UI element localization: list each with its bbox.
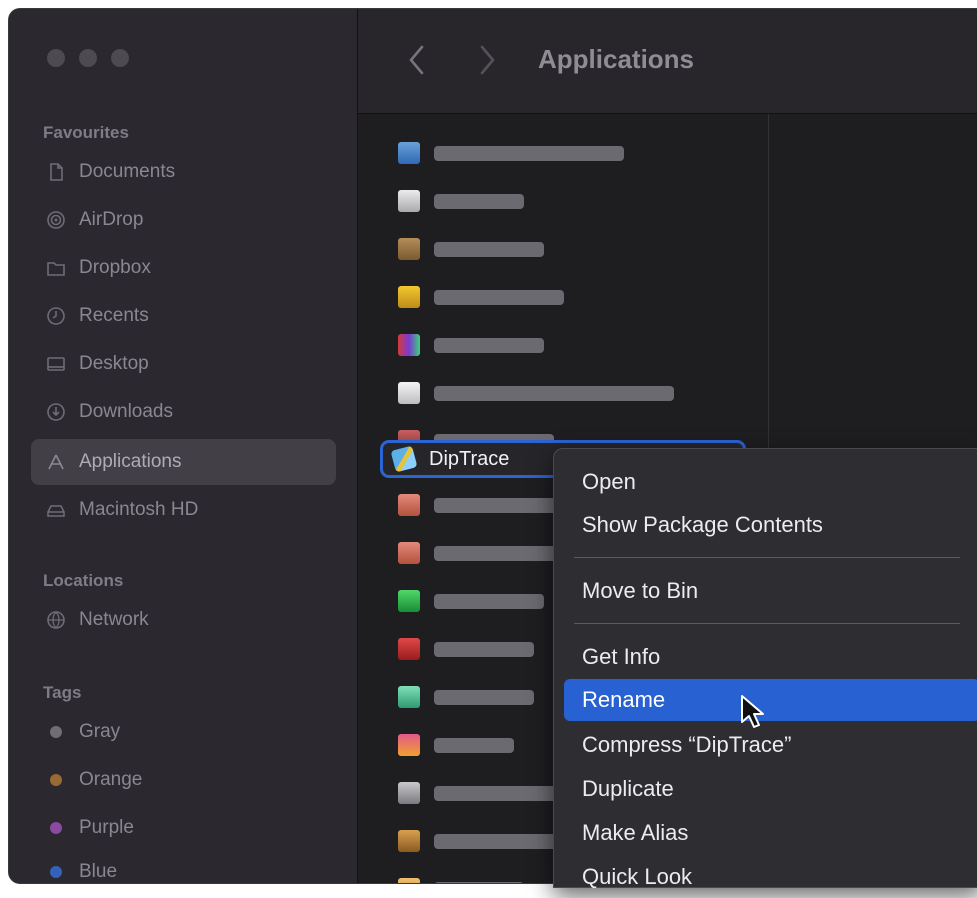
- sidebar-item-label: Macintosh HD: [79, 499, 199, 520]
- app-icon: [398, 638, 420, 660]
- sidebar-item-label: Documents: [79, 161, 176, 182]
- mouse-pointer-icon: [741, 695, 764, 728]
- menu-item-get-info[interactable]: Get Info: [564, 636, 977, 678]
- sidebar-item-label: Orange: [79, 769, 143, 790]
- file-row[interactable]: [388, 278, 743, 316]
- sidebar-section-tags: Tags: [43, 683, 82, 702]
- blurred-filename: [434, 385, 674, 401]
- back-chevron-icon[interactable]: [406, 43, 428, 77]
- applications-icon: [45, 451, 67, 473]
- sidebar-item-applications[interactable]: Applications: [31, 439, 336, 485]
- sidebar-item-label: Desktop: [79, 353, 149, 374]
- menu-item-compress[interactable]: Compress “DipTrace”: [564, 724, 977, 766]
- blurred-filename: [434, 881, 524, 883]
- sidebar-item-label: Recents: [79, 305, 149, 326]
- sidebar-item-recents[interactable]: Recents: [31, 293, 336, 339]
- tag-color-dot: [50, 822, 62, 834]
- app-icon: [398, 734, 420, 756]
- blurred-filename: [434, 593, 544, 609]
- sidebar: Favourites Documents AirDrop Dropbox Rec…: [9, 9, 358, 883]
- blurred-filename: [434, 289, 564, 305]
- sidebar-item-label: Dropbox: [79, 257, 151, 278]
- window-controls: [47, 49, 129, 67]
- app-icon: [398, 286, 420, 308]
- blurred-filename: [434, 241, 544, 257]
- desktop-icon: [45, 353, 67, 375]
- menu-item-rename[interactable]: Rename: [564, 679, 977, 721]
- sidebar-item-airdrop[interactable]: AirDrop: [31, 197, 336, 243]
- forward-chevron-icon[interactable]: [476, 43, 498, 77]
- sidebar-item-macintosh-hd[interactable]: Macintosh HD: [31, 487, 336, 533]
- sidebar-item-downloads[interactable]: Downloads: [31, 389, 336, 435]
- menu-item-make-alias[interactable]: Make Alias: [564, 812, 977, 854]
- close-window-button[interactable]: [47, 49, 65, 67]
- sidebar-section-locations: Locations: [43, 571, 124, 590]
- download-icon: [45, 401, 67, 423]
- drive-icon: [45, 499, 67, 521]
- sidebar-item-dropbox[interactable]: Dropbox: [31, 245, 336, 291]
- sidebar-tag-gray[interactable]: Gray: [31, 709, 336, 755]
- sidebar-tag-purple[interactable]: Purple: [31, 805, 336, 851]
- blurred-filename: [434, 689, 534, 705]
- app-icon: [398, 494, 420, 516]
- sidebar-section-favourites: Favourites: [43, 123, 129, 142]
- file-row[interactable]: [388, 374, 743, 412]
- app-icon: [398, 686, 420, 708]
- zoom-window-button[interactable]: [111, 49, 129, 67]
- sidebar-item-label: Applications: [79, 451, 182, 472]
- app-icon: [398, 238, 420, 260]
- network-icon: [45, 609, 67, 631]
- minimize-window-button[interactable]: [79, 49, 97, 67]
- blurred-filename: [434, 785, 564, 801]
- app-icon: [398, 830, 420, 852]
- file-row[interactable]: [388, 230, 743, 268]
- menu-item-duplicate[interactable]: Duplicate: [564, 768, 977, 810]
- tag-color-dot: [50, 726, 62, 738]
- folder-icon: [45, 257, 67, 279]
- menu-separator: [574, 623, 960, 624]
- diptrace-app-icon: [390, 445, 418, 473]
- window-title: Applications: [538, 44, 695, 74]
- app-icon: [398, 334, 420, 356]
- context-menu: Open Show Package Contents Move to Bin G…: [553, 448, 977, 889]
- file-name: DipTrace: [429, 447, 510, 470]
- sidebar-item-label: Downloads: [79, 401, 173, 422]
- sidebar-item-label: Network: [79, 609, 149, 630]
- app-icon: [398, 782, 420, 804]
- app-icon: [398, 590, 420, 612]
- blurred-filename: [434, 737, 514, 753]
- sidebar-item-network[interactable]: Network: [31, 597, 336, 643]
- sidebar-tag-blue[interactable]: Blue: [31, 849, 336, 883]
- app-icon: [398, 142, 420, 164]
- menu-item-quick-look[interactable]: Quick Look: [564, 856, 977, 898]
- toolbar: Applications: [358, 9, 977, 114]
- sidebar-tag-orange[interactable]: Orange: [31, 757, 336, 803]
- document-icon: [45, 161, 67, 183]
- sidebar-item-documents[interactable]: Documents: [31, 149, 336, 195]
- sidebar-item-desktop[interactable]: Desktop: [31, 341, 336, 387]
- file-row[interactable]: [388, 326, 743, 364]
- menu-item-open[interactable]: Open: [564, 461, 977, 503]
- tag-color-dot: [50, 866, 62, 878]
- menu-item-show-package-contents[interactable]: Show Package Contents: [564, 504, 977, 546]
- blurred-filename: [434, 641, 534, 657]
- blurred-filename: [434, 145, 624, 161]
- app-icon: [398, 542, 420, 564]
- clock-icon: [45, 305, 67, 327]
- app-icon: [398, 190, 420, 212]
- blurred-filename: [434, 193, 524, 209]
- app-icon: [398, 382, 420, 404]
- sidebar-item-label: Blue: [79, 861, 118, 882]
- file-row[interactable]: [388, 182, 743, 220]
- menu-item-move-to-bin[interactable]: Move to Bin: [564, 570, 977, 612]
- airdrop-icon: [45, 209, 67, 231]
- sidebar-item-label: Gray: [79, 721, 121, 742]
- tag-color-dot: [50, 774, 62, 786]
- blurred-filename: [434, 337, 544, 353]
- file-row[interactable]: [388, 134, 743, 172]
- menu-separator: [574, 557, 960, 558]
- app-icon: [398, 878, 420, 883]
- sidebar-item-label: AirDrop: [79, 209, 144, 230]
- sidebar-item-label: Purple: [79, 817, 134, 838]
